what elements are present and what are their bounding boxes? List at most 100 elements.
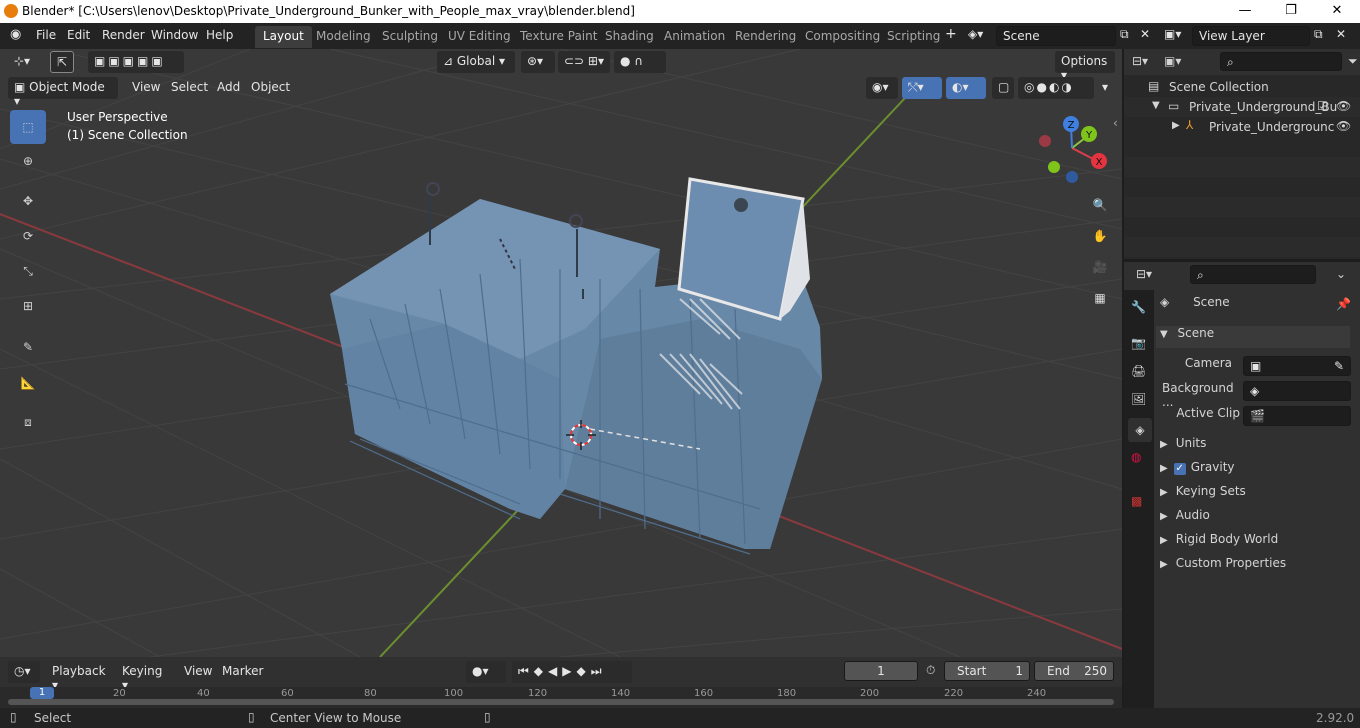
render-tab-icon[interactable]: 📷 bbox=[1131, 336, 1146, 350]
editor-type-icon[interactable]: ⊹▾ bbox=[8, 51, 36, 73]
playback-controls-icons[interactable]: ⏮◆◀▶◆⏭ bbox=[512, 661, 632, 683]
outliner-editor-type-icon[interactable]: ⊟▾ bbox=[1132, 54, 1148, 68]
viewport-menu-add[interactable]: Add bbox=[211, 77, 246, 99]
view-layer-tab-icon[interactable]: 🖼 bbox=[1131, 392, 1146, 406]
texture-tab-icon[interactable]: ▩ bbox=[1131, 494, 1142, 508]
auto-keying-icon[interactable]: ●▾ bbox=[466, 661, 506, 683]
cursor-tool-icon[interactable]: ⊕ bbox=[10, 144, 46, 178]
scene-field[interactable]: Scene bbox=[996, 26, 1116, 46]
outliner-search-field[interactable]: ⌕ bbox=[1220, 52, 1342, 71]
timeline-view-menu[interactable]: View bbox=[178, 661, 218, 683]
menu-help[interactable]: Help bbox=[206, 28, 233, 42]
pan-hand-icon[interactable]: ✋ bbox=[1086, 222, 1114, 250]
outliner-row-collection[interactable]: ▼ ▭ Private_Underground_Bu ☑ 👁 bbox=[1124, 97, 1360, 117]
tab-texture-paint[interactable]: Texture Paint bbox=[512, 26, 605, 48]
start-frame-field[interactable]: Start 1 bbox=[944, 661, 1030, 681]
eye-icon[interactable]: 👁 bbox=[1336, 119, 1351, 133]
output-tab-icon[interactable]: 🖨 bbox=[1131, 364, 1146, 378]
snapping-icon[interactable]: ⊂⊃ ⊞▾ bbox=[558, 51, 610, 73]
visibility-icon[interactable]: ◉▾ bbox=[866, 77, 898, 99]
sidebar-toggle-icon[interactable]: ‹ bbox=[1113, 116, 1118, 130]
tab-shading[interactable]: Shading bbox=[597, 26, 662, 48]
shading-options-icon[interactable]: ▾ bbox=[1096, 77, 1114, 99]
tab-uv-editing[interactable]: UV Editing bbox=[440, 26, 519, 48]
properties-editor-type-icon[interactable]: ⊟▾ bbox=[1136, 267, 1152, 281]
audio-panel[interactable]: ▶ Audio bbox=[1160, 508, 1350, 530]
preview-range-icon[interactable]: ⏱ bbox=[926, 663, 935, 678]
close-icon[interactable]: ✕ bbox=[1314, 0, 1360, 23]
menu-edit[interactable]: Edit bbox=[67, 28, 90, 42]
move-tool-icon[interactable]: ✥ bbox=[10, 184, 46, 218]
new-scene-icon[interactable]: ⧉ bbox=[1120, 27, 1129, 42]
zoom-icon[interactable]: 🔍 bbox=[1086, 191, 1114, 219]
timeline-editor-type-icon[interactable]: ◷▾ bbox=[8, 661, 40, 683]
rigid-body-world-panel[interactable]: ▶ Rigid Body World bbox=[1160, 532, 1350, 554]
expand-arrow-icon[interactable]: ▶ bbox=[1172, 120, 1180, 131]
properties-options-icon[interactable]: ⌄ bbox=[1336, 267, 1346, 281]
current-frame-field[interactable]: 1 bbox=[844, 661, 918, 681]
pivot-point-icon[interactable]: ⊛▾ bbox=[521, 51, 555, 73]
timeline-scrollbar[interactable] bbox=[8, 699, 1114, 705]
outliner-row-scene-collection[interactable]: ▤ Scene Collection bbox=[1124, 77, 1360, 97]
maximize-icon[interactable]: ❐ bbox=[1268, 0, 1314, 23]
tab-scripting[interactable]: Scripting bbox=[879, 26, 948, 48]
new-view-layer-icon[interactable]: ⧉ bbox=[1314, 27, 1323, 42]
view-layer-selector-icon[interactable]: ▣▾ bbox=[1164, 27, 1181, 41]
playback-menu[interactable]: Playback ▾ bbox=[46, 661, 110, 692]
options-dropdown[interactable]: Options ▾ bbox=[1055, 51, 1115, 82]
tab-sculpting[interactable]: Sculpting bbox=[374, 26, 446, 48]
menu-render[interactable]: Render bbox=[102, 28, 145, 42]
menu-file[interactable]: File bbox=[36, 28, 56, 42]
scene-tab-icon[interactable]: ◈ bbox=[1128, 418, 1152, 442]
scene-panel-header[interactable]: ▼ Scene bbox=[1156, 326, 1350, 348]
tab-modeling[interactable]: Modeling bbox=[308, 26, 379, 48]
select-box-tool-icon[interactable]: ⬚ bbox=[10, 110, 46, 144]
select-tool-icon[interactable]: ⇱ bbox=[50, 51, 74, 73]
camera-field[interactable]: ▣ ✎ bbox=[1243, 356, 1351, 376]
background-scene-field[interactable]: ◈ bbox=[1243, 381, 1351, 401]
shading-mode-icons[interactable]: ◎●◐◑ bbox=[1018, 77, 1094, 99]
minimize-icon[interactable]: — bbox=[1222, 0, 1268, 23]
collapse-arrow-icon[interactable]: ▼ bbox=[1152, 100, 1160, 111]
scale-tool-icon[interactable]: ⤡ bbox=[10, 254, 46, 288]
tab-rendering[interactable]: Rendering bbox=[727, 26, 804, 48]
gravity-panel[interactable]: ▶ ✓ Gravity bbox=[1160, 460, 1350, 482]
camera-view-icon[interactable]: 🎥 bbox=[1086, 253, 1114, 281]
exclude-checkbox-icon[interactable]: ☑ bbox=[1317, 99, 1328, 113]
remove-scene-icon[interactable]: ✕ bbox=[1140, 27, 1150, 41]
view-layer-field[interactable]: View Layer bbox=[1192, 26, 1310, 46]
add-workspace-icon[interactable]: + bbox=[945, 26, 957, 42]
ortho-toggle-icon[interactable]: ▦ bbox=[1086, 284, 1114, 312]
custom-properties-panel[interactable]: ▶ Custom Properties bbox=[1160, 556, 1350, 578]
remove-view-layer-icon[interactable]: ✕ bbox=[1336, 27, 1346, 41]
tab-layout[interactable]: Layout bbox=[255, 26, 312, 48]
outliner-row-object[interactable]: ▶ ⅄ Private_Undergrounc 👁 bbox=[1124, 117, 1360, 137]
selection-mode-icons[interactable]: ▣▣▣▣▣ bbox=[88, 51, 184, 73]
blender-menu-icon[interactable]: ◉ bbox=[10, 27, 21, 42]
keying-menu[interactable]: Keying ▾ bbox=[116, 661, 174, 692]
add-cube-tool-icon[interactable]: ⧈ bbox=[10, 405, 46, 439]
xray-toggle-icon[interactable]: ▢ bbox=[992, 77, 1014, 99]
transform-tool-icon[interactable]: ⊞ bbox=[10, 289, 46, 323]
active-clip-field[interactable]: 🎬 bbox=[1243, 406, 1351, 426]
marker-menu[interactable]: Marker bbox=[216, 661, 269, 683]
display-mode-icon[interactable]: ▣▾ bbox=[1164, 54, 1181, 68]
keying-sets-panel[interactable]: ▶ Keying Sets bbox=[1160, 484, 1350, 506]
units-panel[interactable]: ▶ Units bbox=[1160, 436, 1350, 458]
pin-icon[interactable]: 📌 bbox=[1336, 297, 1351, 311]
gravity-checkbox[interactable]: ✓ bbox=[1173, 463, 1186, 475]
properties-search-field[interactable]: ⌕ bbox=[1190, 265, 1316, 284]
tab-animation[interactable]: Animation bbox=[656, 26, 733, 48]
menu-window[interactable]: Window bbox=[151, 28, 198, 42]
measure-tool-icon[interactable]: 📐 bbox=[10, 366, 46, 400]
mode-dropdown[interactable]: ▣ Object Mode ▾ bbox=[8, 77, 118, 108]
transform-orientation-dropdown[interactable]: ⊿ Global ▾ bbox=[437, 51, 515, 73]
world-tab-icon[interactable]: ◍ bbox=[1131, 450, 1141, 464]
scene-selector-icon[interactable]: ◈▾ bbox=[968, 27, 983, 41]
playhead[interactable]: 1 bbox=[30, 687, 54, 699]
proportional-editing-icon[interactable]: ● ∩ bbox=[614, 51, 666, 73]
viewport-menu-object[interactable]: Object bbox=[245, 77, 296, 99]
overlay-toggle-icon[interactable]: ◐▾ bbox=[946, 77, 986, 99]
annotate-tool-icon[interactable]: ✎ bbox=[10, 330, 46, 364]
filter-icon[interactable]: ⏷ bbox=[1348, 54, 1358, 69]
